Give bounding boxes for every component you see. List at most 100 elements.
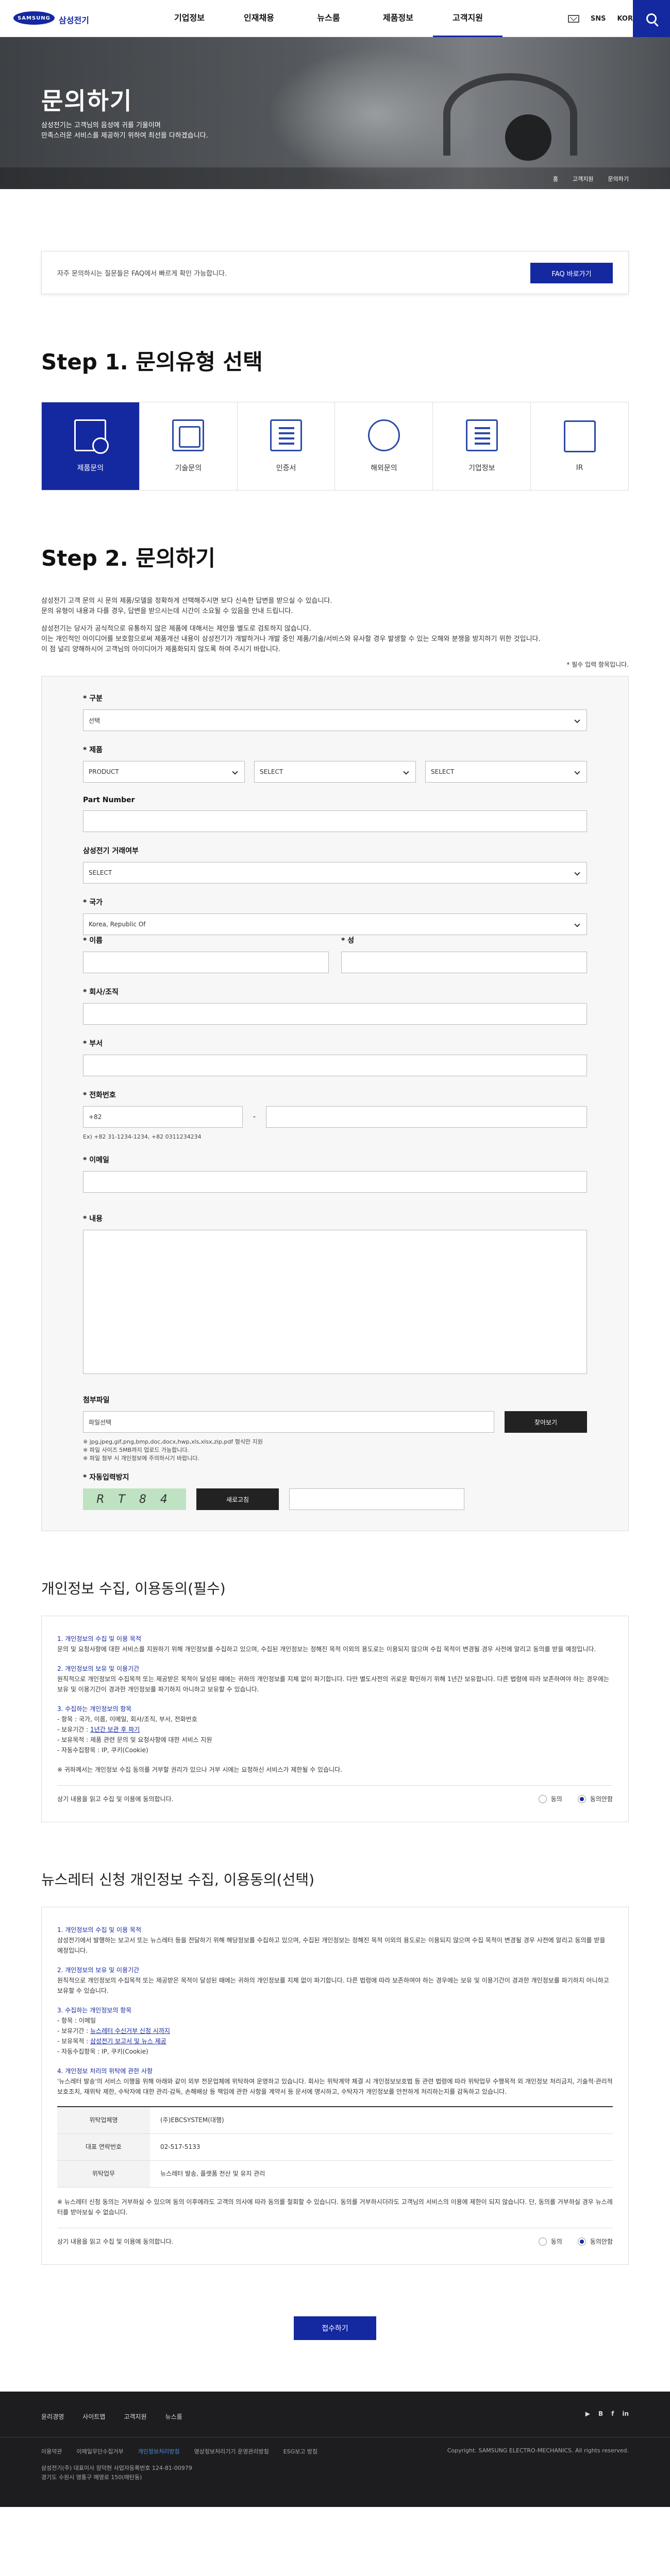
consignment-table: 위탁업체명 (주)EBCSYSTEM(대행) 대표 연락번호 02-517-5133… [57, 2106, 613, 2188]
footer-terms[interactable]: 이용약관 [41, 2447, 62, 2455]
mail-icon[interactable] [567, 14, 579, 23]
chart-search-icon [563, 420, 596, 452]
table-row: 대표 연락번호 02-517-5133 [57, 2133, 613, 2161]
name-input[interactable] [83, 952, 329, 973]
label-surname: * 성 [341, 937, 355, 945]
label-file: 첨부파일 [83, 1396, 110, 1404]
newsletter-disagree-radio[interactable]: 동의안함 [577, 2236, 613, 2247]
newsletter-question: 상기 내용을 읽고 수집 및 이용에 동의합니다. [57, 2238, 174, 2245]
product-select[interactable]: PRODUCT [83, 761, 245, 783]
sns-link[interactable]: SNS [591, 15, 606, 23]
type-product[interactable]: 제품문의 [42, 402, 140, 490]
type-select[interactable]: 선택 [83, 709, 587, 731]
document-icon [270, 419, 303, 451]
part-number-input[interactable] [83, 810, 587, 832]
breadcrumb-current: 문의하기 [608, 176, 629, 182]
newsletter-agree-radio[interactable]: 동의 [538, 2236, 562, 2247]
linkedin-icon[interactable]: in [622, 2410, 629, 2417]
file-input[interactable]: 파일선택 [83, 1411, 494, 1433]
youtube-icon[interactable]: ▶ [585, 2410, 590, 2417]
privacy-agreement: 1. 개인정보의 수집 및 이용 목적 문의 및 요청사항에 대한 서비스를 지원… [41, 1616, 629, 1822]
submit-button[interactable]: 접수하기 [294, 2316, 376, 2340]
breadcrumb-home[interactable]: 홈 [553, 175, 558, 183]
brand-name[interactable]: 삼성전기 [59, 13, 89, 26]
breadcrumb-support[interactable]: 고객지원 [573, 175, 593, 183]
step2-title: Step 2. 문의하기 [41, 546, 215, 571]
type-company[interactable]: 기업정보 [433, 402, 531, 490]
label-content: * 내용 [83, 1215, 103, 1223]
chip-icon [172, 419, 205, 451]
footer-privacy-policy[interactable]: 개인정보처리방침 [138, 2447, 180, 2455]
step1-title: Step 1. 문의유형 선택 [41, 349, 263, 375]
type-tech[interactable]: 기술문의 [140, 402, 238, 490]
facebook-icon[interactable]: f [611, 2410, 614, 2417]
newsletter-retention-link[interactable]: 뉴스레터 수신거부 신청 시까지 [90, 2027, 170, 2035]
building-icon [465, 419, 498, 451]
required-note: * 필수 입력 항목입니다. [566, 661, 629, 668]
footer-link-sitemap[interactable]: 사이트맵 [82, 2412, 105, 2421]
footer-cctv-policy[interactable]: 영상정보처리기기 운영관리방침 [194, 2447, 269, 2455]
trader-select[interactable]: SELECT [83, 862, 587, 884]
language-link[interactable]: KOR [617, 15, 633, 23]
captcha-image: R T 8 4 [83, 1488, 186, 1510]
nav-item-products[interactable]: 제품정보 [363, 0, 433, 37]
breadcrumb: 홈 고객지원 문의하기 [0, 167, 670, 189]
product-category-select[interactable]: SELECT [254, 761, 416, 783]
table-row: 위탁업체명 (주)EBCSYSTEM(대행) [57, 2107, 613, 2134]
newsletter-purpose-link[interactable]: 삼성전기 보고서 및 뉴스 제공 [90, 2038, 166, 2045]
page-hero: 문의하기 삼성전기는 고객님의 음성에 귀를 기울이며 만족스러운 서비스를 제공… [0, 37, 670, 189]
phone-dash: - [253, 1113, 256, 1121]
footer-link-ethics[interactable]: 윤리경영 [41, 2412, 64, 2421]
company-input[interactable] [83, 1003, 587, 1025]
captcha-refresh-button[interactable]: 새로고침 [196, 1488, 279, 1510]
privacy-question: 상기 내용을 읽고 수집 및 이용에 동의합니다. [57, 1795, 174, 1803]
site-header: SAMSUNG 삼성전기 기업정보 인재채용 뉴스룸 제품정보 고객지원 SNS… [0, 0, 670, 37]
product-search-icon [74, 419, 109, 454]
search-button[interactable] [633, 0, 670, 37]
label-country: * 국가 [83, 899, 103, 907]
label-company: * 회사/조직 [83, 988, 119, 996]
country-select[interactable]: Korea, Republic Of [83, 913, 587, 935]
samsung-logo[interactable]: SAMSUNG [13, 11, 55, 25]
retention-link[interactable]: 1년간 보관 후 파기 [90, 1726, 140, 1733]
footer-esg-policy[interactable]: ESG보고 방침 [283, 2447, 317, 2455]
product-model-select[interactable]: SELECT [425, 761, 587, 783]
newsletter-title: 뉴스레터 신청 개인정보 수집, 이용동의(선택) [41, 1871, 315, 1888]
nav-item-careers[interactable]: 인재채용 [224, 0, 294, 37]
file-browse-button[interactable]: 찾아보기 [505, 1411, 587, 1433]
search-icon [646, 13, 657, 24]
footer-address: 삼성전기(주) 대표이사 장덕현 사업자등록번호 124-81-00979 경기도… [41, 2464, 192, 2481]
footer-link-newsroom[interactable]: 뉴스룸 [165, 2412, 182, 2421]
faq-banner: 자주 문의하시는 질문들은 FAQ에서 빠르게 확인 가능합니다. FAQ 바로… [41, 251, 629, 294]
footer-email-refusal[interactable]: 이메일무단수집거부 [76, 2447, 123, 2455]
content-textarea[interactable] [83, 1230, 587, 1374]
headset-earcup-graphic [505, 114, 551, 161]
blog-icon[interactable]: B [598, 2410, 603, 2417]
footer-link-support[interactable]: 고객지원 [124, 2412, 146, 2421]
label-part-number: Part Number [83, 796, 135, 804]
nav-item-company[interactable]: 기업정보 [155, 0, 224, 37]
newsletter-agreement: 1. 개인정보의 수집 및 이용 목적 삼성전기에서 발행하는 보고서 또는 뉴스… [41, 1907, 629, 2265]
faq-text: 자주 문의하시는 질문들은 FAQ에서 빠르게 확인 가능합니다. [57, 269, 227, 278]
label-trader: 삼성전기 거래여부 [83, 847, 139, 855]
faq-button[interactable]: FAQ 바로가기 [530, 263, 613, 283]
label-dept: * 부서 [83, 1040, 103, 1048]
nav-item-newsroom[interactable]: 뉴스룸 [294, 0, 363, 37]
type-certificate[interactable]: 인증서 [238, 402, 336, 490]
privacy-title: 개인정보 수집, 이용동의(필수) [41, 1580, 226, 1597]
type-ir[interactable]: IR [531, 402, 628, 490]
type-overseas[interactable]: 해외문의 [335, 402, 433, 490]
dept-input[interactable] [83, 1055, 587, 1076]
phone-code-input[interactable]: +82 [83, 1106, 243, 1128]
phone-number-input[interactable] [266, 1106, 587, 1128]
privacy-disagree-radio[interactable]: 동의안함 [577, 1794, 613, 1804]
label-product: * 제품 [83, 746, 103, 754]
page-description: 삼성전기는 고객님의 음성에 귀를 기울이며 만족스러운 서비스를 제공하기 위하… [41, 122, 208, 140]
surname-input[interactable] [341, 952, 587, 973]
email-input[interactable] [83, 1171, 587, 1193]
file-hints: ※ jpg,jpeg,gif,png,bmp,doc,docx,hwp,xls,… [83, 1438, 263, 1462]
privacy-agree-radio[interactable]: 동의 [538, 1794, 562, 1804]
copyright: Copyright. SAMSUNG ELECTRO-MECHANICS. Al… [447, 2447, 629, 2454]
captcha-input[interactable] [289, 1488, 464, 1510]
nav-item-support[interactable]: 고객지원 [433, 0, 502, 37]
